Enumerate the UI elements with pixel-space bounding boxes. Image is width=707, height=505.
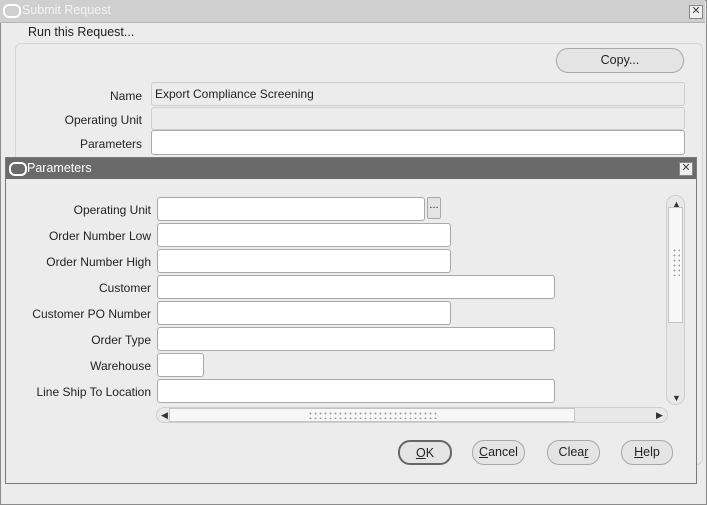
param-field-order-number-low[interactable] (157, 223, 451, 247)
ok-button[interactable]: OK (398, 440, 452, 465)
name-label: Name (109, 89, 142, 103)
param-field-customer-po-number[interactable] (157, 301, 451, 325)
parameters-label: Parameters (79, 137, 142, 151)
dialog-title: Parameters (27, 161, 92, 175)
name-field: Export Compliance Screening (151, 82, 685, 106)
cancel-button[interactable]: Cancel (472, 440, 525, 465)
param-field-order-type[interactable] (157, 327, 555, 351)
arrow-up-icon[interactable]: ▲ (672, 199, 681, 209)
param-field-operating-unit[interactable] (157, 197, 425, 221)
parameters-titlebar[interactable]: Parameters ✕ (6, 158, 696, 179)
window-title: Submit Request (22, 3, 111, 17)
param-label-order-type: Order Type (91, 333, 151, 347)
submit-request-titlebar[interactable]: Submit Request ✕ (0, 0, 705, 23)
param-label-customer-po-number: Customer PO Number (32, 307, 151, 321)
param-field-warehouse[interactable] (157, 353, 204, 377)
help-button[interactable]: Help (621, 440, 673, 465)
arrow-left-icon[interactable]: ◀ (161, 410, 168, 420)
arrow-down-icon[interactable]: ▼ (672, 393, 681, 403)
param-label-line-ship-to-location: Line Ship To Location (36, 385, 151, 399)
oracle-logo-icon (9, 162, 27, 176)
param-label-order-number-high: Order Number High (46, 255, 151, 269)
operating-unit-label: Operating Unit (64, 113, 142, 127)
close-icon[interactable]: ✕ (679, 162, 693, 176)
operating-unit-field (151, 107, 685, 130)
param-field-line-ship-to-location[interactable] (157, 379, 555, 403)
parameters-field[interactable] (151, 130, 685, 155)
param-label-order-number-low: Order Number Low (48, 229, 151, 243)
grip-icon (672, 248, 680, 276)
param-label-customer: Customer (98, 281, 151, 295)
clear-button[interactable]: Clear (547, 440, 600, 465)
oracle-logo-icon (3, 4, 21, 18)
param-field-order-number-high[interactable] (157, 249, 451, 273)
copy-button[interactable]: Copy... (556, 48, 684, 73)
close-icon[interactable]: ✕ (689, 5, 703, 19)
grip-icon (308, 411, 438, 419)
lov-button[interactable]: ... (427, 197, 441, 219)
param-label-warehouse: Warehouse (90, 359, 151, 373)
param-label-operating-unit: Operating Unit (73, 203, 151, 217)
param-field-customer[interactable] (157, 275, 555, 299)
group-label: Run this Request... (24, 25, 139, 39)
arrow-right-icon[interactable]: ▶ (656, 410, 663, 420)
